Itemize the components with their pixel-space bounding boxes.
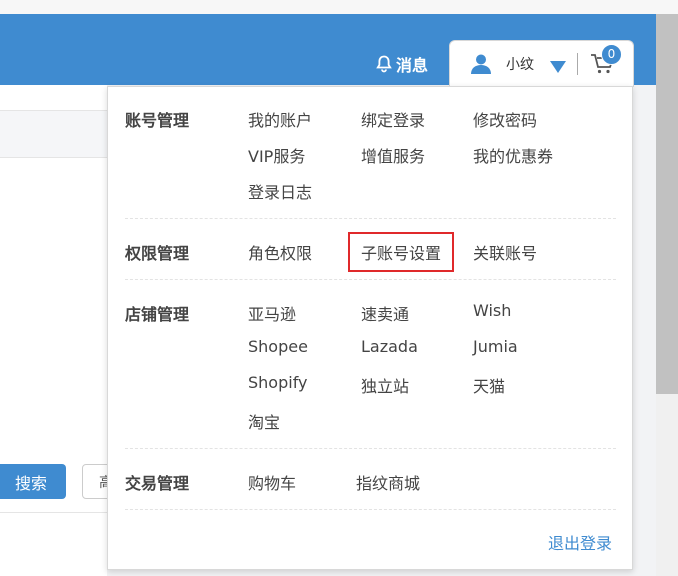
- menu-item-wish[interactable]: Wish: [473, 301, 511, 320]
- page-scrollbar[interactable]: [656, 14, 678, 576]
- permission-section-title: 权限管理: [125, 244, 190, 263]
- menu-item-role-permission[interactable]: 角色权限: [248, 240, 312, 264]
- menu-item-shopee[interactable]: Shopee: [248, 337, 308, 356]
- menu-item-shopping-cart[interactable]: 购物车: [248, 470, 296, 494]
- menu-item-taobao[interactable]: 淘宝: [248, 409, 280, 433]
- section-divider: [125, 509, 616, 510]
- trade-section-title: 交易管理: [125, 474, 190, 493]
- menu-item-tmall[interactable]: 天猫: [473, 373, 505, 397]
- messages-label: 消息: [396, 56, 429, 75]
- cart-count-badge: 0: [601, 44, 622, 65]
- background-page: [0, 85, 107, 576]
- menu-item-amazon[interactable]: 亚马逊: [248, 301, 296, 325]
- user-dropdown-menu: 账号管理 我的账户 绑定登录 修改密码 VIP服务 增值服务 我的优惠券 登录日…: [107, 86, 633, 570]
- caret-down-icon[interactable]: [550, 58, 566, 77]
- messages-link[interactable]: 消息: [376, 52, 428, 76]
- menu-item-change-password[interactable]: 修改密码: [473, 107, 537, 131]
- account-section-title: 账号管理: [125, 111, 190, 130]
- top-strip: [0, 0, 678, 15]
- menu-item-sub-account-settings[interactable]: 子账号设置: [348, 232, 455, 272]
- background-divider: [0, 512, 107, 513]
- menu-item-fingerprint-mall[interactable]: 指纹商城: [356, 470, 420, 494]
- menu-item-lazada[interactable]: Lazada: [361, 337, 418, 356]
- scrollbar-thumb[interactable]: [656, 14, 678, 394]
- menu-item-login-log[interactable]: 登录日志: [248, 179, 312, 203]
- search-button[interactable]: 搜索: [0, 464, 66, 499]
- header-divider: [577, 53, 578, 75]
- menu-item-value-added[interactable]: 增值服务: [361, 143, 425, 167]
- bell-icon: [376, 55, 392, 73]
- section-divider: [125, 448, 616, 449]
- menu-item-my-coupons[interactable]: 我的优惠券: [473, 143, 553, 167]
- section-divider: [125, 218, 616, 219]
- menu-item-jumia[interactable]: Jumia: [473, 337, 518, 356]
- menu-item-bind-login[interactable]: 绑定登录: [361, 107, 425, 131]
- menu-item-aliexpress[interactable]: 速卖通: [361, 301, 409, 325]
- user-avatar-icon: [470, 53, 492, 79]
- section-divider: [125, 279, 616, 280]
- logout-link[interactable]: 退出登录: [548, 530, 612, 554]
- menu-item-vip-service[interactable]: VIP服务: [248, 143, 305, 167]
- user-name: 小纹: [506, 57, 534, 73]
- background-row: [0, 110, 107, 158]
- user-menu-trigger[interactable]: 小纹 0: [449, 40, 634, 87]
- menu-item-my-account[interactable]: 我的账户: [248, 107, 312, 131]
- menu-item-linked-accounts[interactable]: 关联账号: [473, 240, 537, 264]
- menu-item-independent-site[interactable]: 独立站: [361, 373, 409, 397]
- store-section-title: 店铺管理: [125, 305, 190, 324]
- menu-item-shopify[interactable]: Shopify: [248, 373, 308, 392]
